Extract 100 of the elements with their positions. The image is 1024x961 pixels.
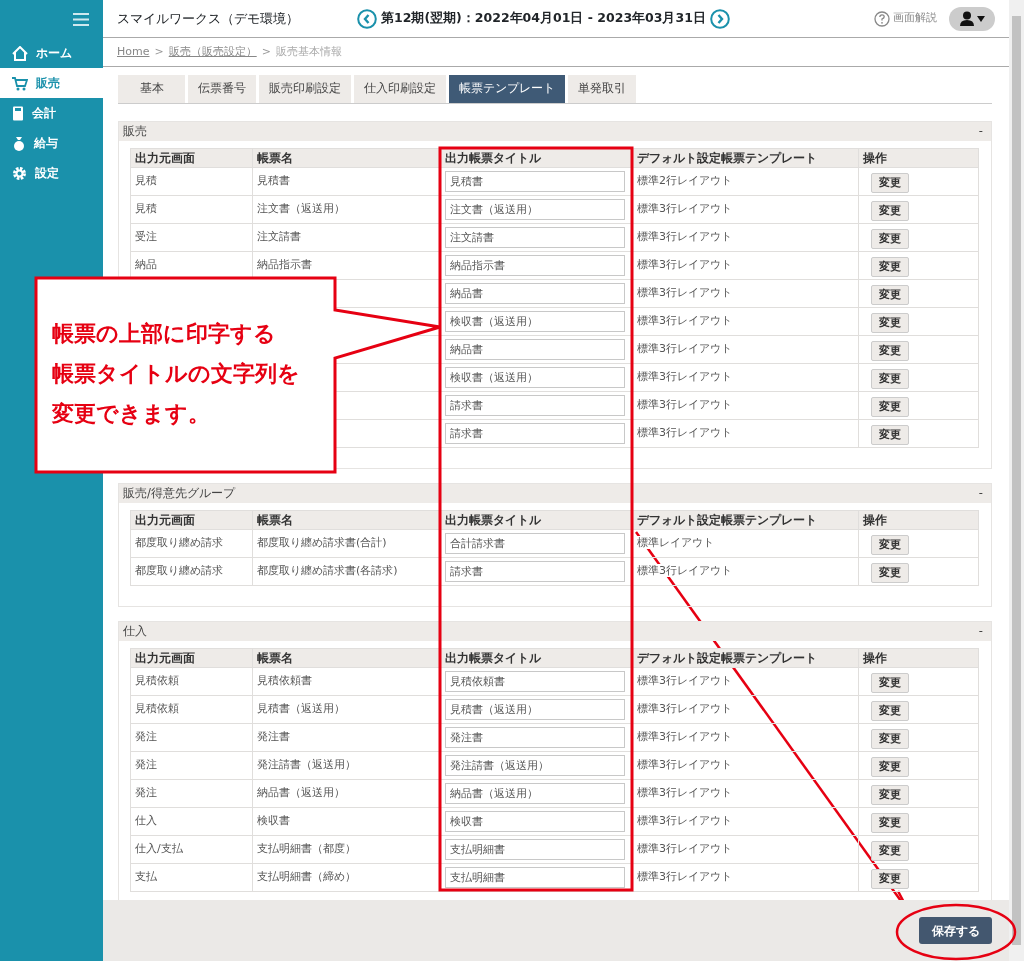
title-input[interactable]: 検収書 bbox=[445, 811, 625, 832]
title-input[interactable]: 支払明細書 bbox=[445, 839, 625, 860]
change-button[interactable]: 変更 bbox=[871, 729, 909, 749]
table-cell: 発注 bbox=[130, 723, 253, 752]
collapse-toggle[interactable]: - bbox=[978, 622, 983, 641]
change-button[interactable]: 変更 bbox=[871, 369, 909, 389]
change-button[interactable]: 変更 bbox=[871, 397, 909, 417]
title-input[interactable]: 見積書 bbox=[445, 171, 625, 192]
section-header[interactable]: 販売/得意先グループ - bbox=[119, 484, 991, 503]
title-input[interactable]: 検収書（返送用） bbox=[445, 367, 625, 388]
change-button[interactable]: 変更 bbox=[871, 673, 909, 693]
section-title: 仕入 bbox=[123, 622, 147, 640]
table-cell: 標準3行レイアウト bbox=[637, 230, 732, 243]
column-header: 帳票名 bbox=[252, 148, 441, 168]
title-input[interactable]: 納品指示書 bbox=[445, 255, 625, 276]
tab[interactable]: 仕入印刷設定 bbox=[354, 75, 446, 103]
table-cell: 支払 bbox=[130, 863, 253, 892]
section-header[interactable]: 仕入 - bbox=[119, 622, 991, 641]
title-input[interactable]: 納品書 bbox=[445, 339, 625, 360]
column-header: 帳票名 bbox=[252, 510, 441, 530]
change-button[interactable]: 変更 bbox=[871, 701, 909, 721]
previous-icon[interactable] bbox=[357, 8, 377, 29]
tab[interactable]: 基本 bbox=[118, 75, 185, 103]
section-header[interactable]: 販売 - bbox=[119, 122, 991, 141]
sidebar-item[interactable]: ホーム bbox=[0, 38, 103, 68]
change-button[interactable]: 変更 bbox=[871, 425, 909, 445]
title-input[interactable]: 合計請求書 bbox=[445, 533, 625, 554]
period-text: 第12期(翌期)：2022年04月01日 - 2023年03月31日 bbox=[381, 9, 706, 28]
user-menu-button[interactable] bbox=[949, 6, 995, 31]
change-button[interactable]: 変更 bbox=[871, 869, 909, 889]
column-header: 出力帳票タイトル bbox=[440, 648, 633, 668]
table-cell: 仕入/支払 bbox=[130, 835, 253, 864]
tab[interactable]: 伝票番号 bbox=[188, 75, 256, 103]
column-header: 操作 bbox=[858, 648, 979, 668]
sidebar-item[interactable]: 給与 bbox=[0, 128, 103, 158]
change-button[interactable]: 変更 bbox=[871, 563, 909, 583]
help-icon[interactable] bbox=[874, 10, 890, 27]
title-input[interactable]: 納品書 bbox=[445, 283, 625, 304]
table-cell: 標準3行レイアウト bbox=[637, 814, 732, 827]
column-header: 出力元画面 bbox=[130, 510, 253, 530]
change-button[interactable]: 変更 bbox=[871, 313, 909, 333]
title-input[interactable]: 注文書（返送用） bbox=[445, 199, 625, 220]
tab[interactable]: 単発取引 bbox=[568, 75, 636, 103]
tab[interactable]: 帳票テンプレート bbox=[449, 75, 565, 103]
table-cell: 発注 bbox=[130, 779, 253, 808]
title-input[interactable]: 発注請書（返送用） bbox=[445, 755, 625, 776]
title-input[interactable]: 注文請書 bbox=[445, 227, 625, 248]
person-icon bbox=[959, 11, 974, 26]
title-input[interactable]: 見積依頼書 bbox=[445, 671, 625, 692]
title-input[interactable]: 請求書 bbox=[445, 395, 625, 416]
section-title: 販売/得意先グループ bbox=[123, 484, 235, 502]
title-input[interactable]: 請求書 bbox=[445, 561, 625, 582]
change-button[interactable]: 変更 bbox=[871, 257, 909, 277]
help-link[interactable]: 画面解説 bbox=[893, 10, 937, 27]
table-cell: 都度取り纏め請求 bbox=[130, 557, 253, 586]
change-button[interactable]: 変更 bbox=[871, 785, 909, 805]
table-cell: 標準3行レイアウト bbox=[637, 342, 732, 355]
next-icon[interactable] bbox=[709, 8, 730, 29]
callout-text: 帳票の上部に印字する bbox=[52, 320, 276, 348]
tab[interactable]: 販売印刷設定 bbox=[259, 75, 351, 103]
menu-icon[interactable] bbox=[73, 12, 89, 26]
change-button[interactable]: 変更 bbox=[871, 757, 909, 777]
table-cell: 標準3行レイアウト bbox=[637, 564, 732, 577]
table-cell: 標準3行レイアウト bbox=[637, 286, 732, 299]
gear-icon bbox=[12, 165, 27, 181]
change-button[interactable]: 変更 bbox=[871, 341, 909, 361]
sidebar-item[interactable]: 設定 bbox=[0, 158, 103, 188]
table-cell: 標準3行レイアウト bbox=[637, 398, 732, 411]
collapse-toggle[interactable]: - bbox=[978, 122, 983, 141]
breadcrumb-link[interactable]: Home bbox=[117, 43, 150, 61]
change-button[interactable]: 変更 bbox=[871, 285, 909, 305]
change-button[interactable]: 変更 bbox=[871, 201, 909, 221]
breadcrumb-current: 販売基本情報 bbox=[275, 43, 342, 60]
change-button[interactable]: 変更 bbox=[871, 841, 909, 861]
column-header: デフォルト設定帳票テンプレート bbox=[632, 648, 859, 668]
column-header: デフォルト設定帳票テンプレート bbox=[632, 148, 859, 168]
sidebar-item[interactable]: 会計 bbox=[0, 98, 103, 128]
title-input[interactable]: 見積書（返送用） bbox=[445, 699, 625, 720]
collapse-toggle[interactable]: - bbox=[978, 484, 983, 503]
table-cell: 標準レイアウト bbox=[637, 536, 714, 549]
change-button[interactable]: 変更 bbox=[871, 229, 909, 249]
table-cell: 標準3行レイアウト bbox=[637, 870, 732, 883]
change-button[interactable]: 変更 bbox=[871, 173, 909, 193]
title-input[interactable]: 請求書 bbox=[445, 423, 625, 444]
title-input[interactable]: 検収書（返送用） bbox=[445, 311, 625, 332]
column-header: 出力元画面 bbox=[130, 148, 253, 168]
title-input[interactable]: 発注書 bbox=[445, 727, 625, 748]
sidebar-item[interactable]: 販売 bbox=[0, 68, 103, 98]
title-input[interactable]: 支払明細書 bbox=[445, 867, 625, 888]
save-button[interactable]: 保存する bbox=[919, 917, 992, 944]
change-button[interactable]: 変更 bbox=[871, 535, 909, 555]
table-cell: 標準3行レイアウト bbox=[637, 786, 732, 799]
column-header: 操作 bbox=[858, 510, 979, 530]
breadcrumb-link[interactable]: 販売（販売設定） bbox=[168, 43, 257, 61]
table-cell: 都度取り纏め請求 bbox=[130, 529, 253, 558]
scrollbar[interactable] bbox=[1009, 0, 1024, 961]
column-header: 帳票名 bbox=[252, 648, 441, 668]
change-button[interactable]: 変更 bbox=[871, 813, 909, 833]
table-cell: 標準3行レイアウト bbox=[637, 426, 732, 439]
title-input[interactable]: 納品書（返送用） bbox=[445, 783, 625, 804]
